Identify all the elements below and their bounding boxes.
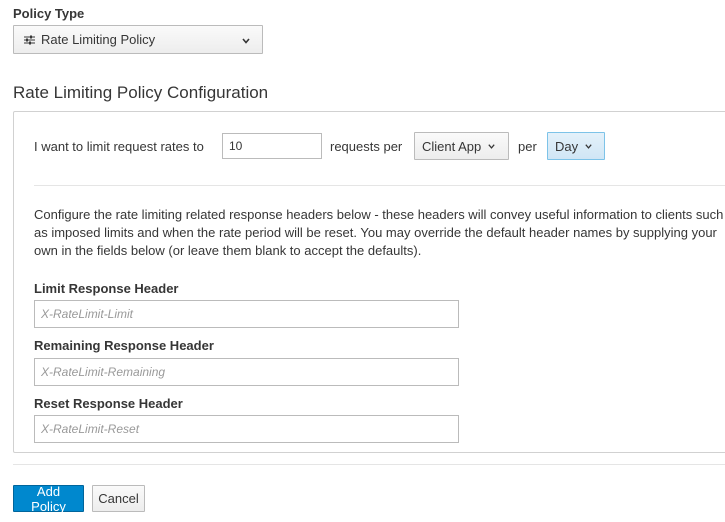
rate-limit-input[interactable]: [222, 133, 322, 159]
policy-type-label: Policy Type: [13, 6, 85, 21]
period-selected: Day: [555, 138, 579, 154]
remaining-header-input[interactable]: [34, 358, 459, 386]
remaining-header-label: Remaining Response Header: [34, 338, 214, 353]
panel-divider: [34, 185, 725, 186]
cancel-button[interactable]: Cancel: [92, 485, 145, 512]
limit-header-label: Limit Response Header: [34, 281, 179, 296]
per-text: per: [518, 139, 537, 154]
chevron-down-icon: [487, 142, 496, 151]
policy-type-selected: Rate Limiting Policy: [41, 32, 156, 47]
policy-type-dropdown[interactable]: Rate Limiting Policy: [13, 25, 263, 54]
limit-header-input[interactable]: [34, 300, 459, 328]
requests-per-text: requests per: [330, 139, 403, 154]
granularity-dropdown[interactable]: Client App: [414, 132, 509, 160]
chevron-down-icon: [584, 142, 593, 151]
add-policy-button[interactable]: Add Policy: [13, 484, 84, 514]
section-title: Rate Limiting Policy Configuration: [13, 83, 269, 102]
reset-header-input[interactable]: [34, 415, 459, 443]
sliders-icon: [24, 35, 35, 45]
reset-header-label: Reset Response Header: [34, 396, 183, 411]
footer-divider: [13, 464, 725, 465]
granularity-selected: Client App: [422, 138, 482, 154]
rate-prefix-text: I want to limit request rates to: [34, 139, 204, 154]
period-dropdown[interactable]: Day: [547, 132, 605, 160]
headers-description: Configure the rate limiting related resp…: [34, 207, 724, 258]
chevron-down-icon: [241, 34, 251, 49]
